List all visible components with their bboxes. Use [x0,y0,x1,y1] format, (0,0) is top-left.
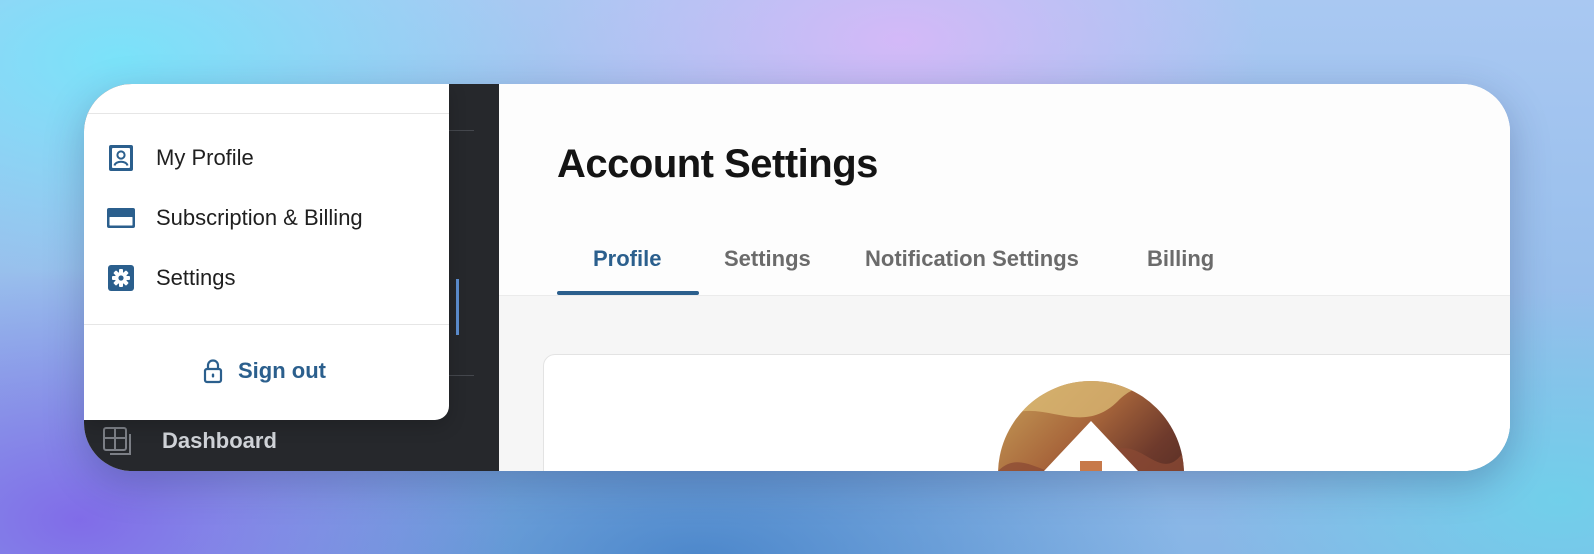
menu-item-subscription-billing[interactable]: Subscription & Billing [106,203,363,233]
profile-card [543,354,1510,471]
tab-settings[interactable]: Settings [724,246,811,272]
main-content: Account Settings Profile Settings Notifi… [499,84,1510,471]
app-window: Dashboard Account Settings Profile Setti… [84,84,1510,471]
dashboard-icon [103,427,131,455]
menu-item-my-profile[interactable]: My Profile [106,143,254,173]
gear-icon [108,265,134,291]
menu-item-label: Settings [156,265,236,290]
sign-out-button[interactable]: Sign out [202,358,326,384]
menu-item-label: My Profile [156,145,254,170]
menu-divider [84,324,449,325]
sign-out-label: Sign out [238,358,326,383]
avatar[interactable] [998,381,1184,471]
user-menu-dropdown: My Profile Subscription & Billing Settin… [84,84,449,420]
menu-item-settings[interactable]: Settings [106,263,236,293]
profile-card-icon [109,145,133,171]
page-header: Account Settings Profile Settings Notifi… [499,84,1510,296]
tab-notification-settings[interactable]: Notification Settings [865,246,1079,272]
active-tab-indicator [557,291,699,295]
tab-profile[interactable]: Profile [593,246,661,272]
lock-icon [203,359,223,384]
menu-item-label: Subscription & Billing [156,205,363,230]
page-title: Account Settings [557,142,878,186]
sidebar-active-indicator [456,279,459,335]
sidebar-item-dashboard[interactable]: Dashboard [102,426,277,456]
user-avatar-photo [998,381,1184,471]
menu-divider [84,113,449,114]
credit-card-icon [107,208,135,228]
tab-billing[interactable]: Billing [1147,246,1214,272]
sidebar-item-label: Dashboard [162,428,277,453]
